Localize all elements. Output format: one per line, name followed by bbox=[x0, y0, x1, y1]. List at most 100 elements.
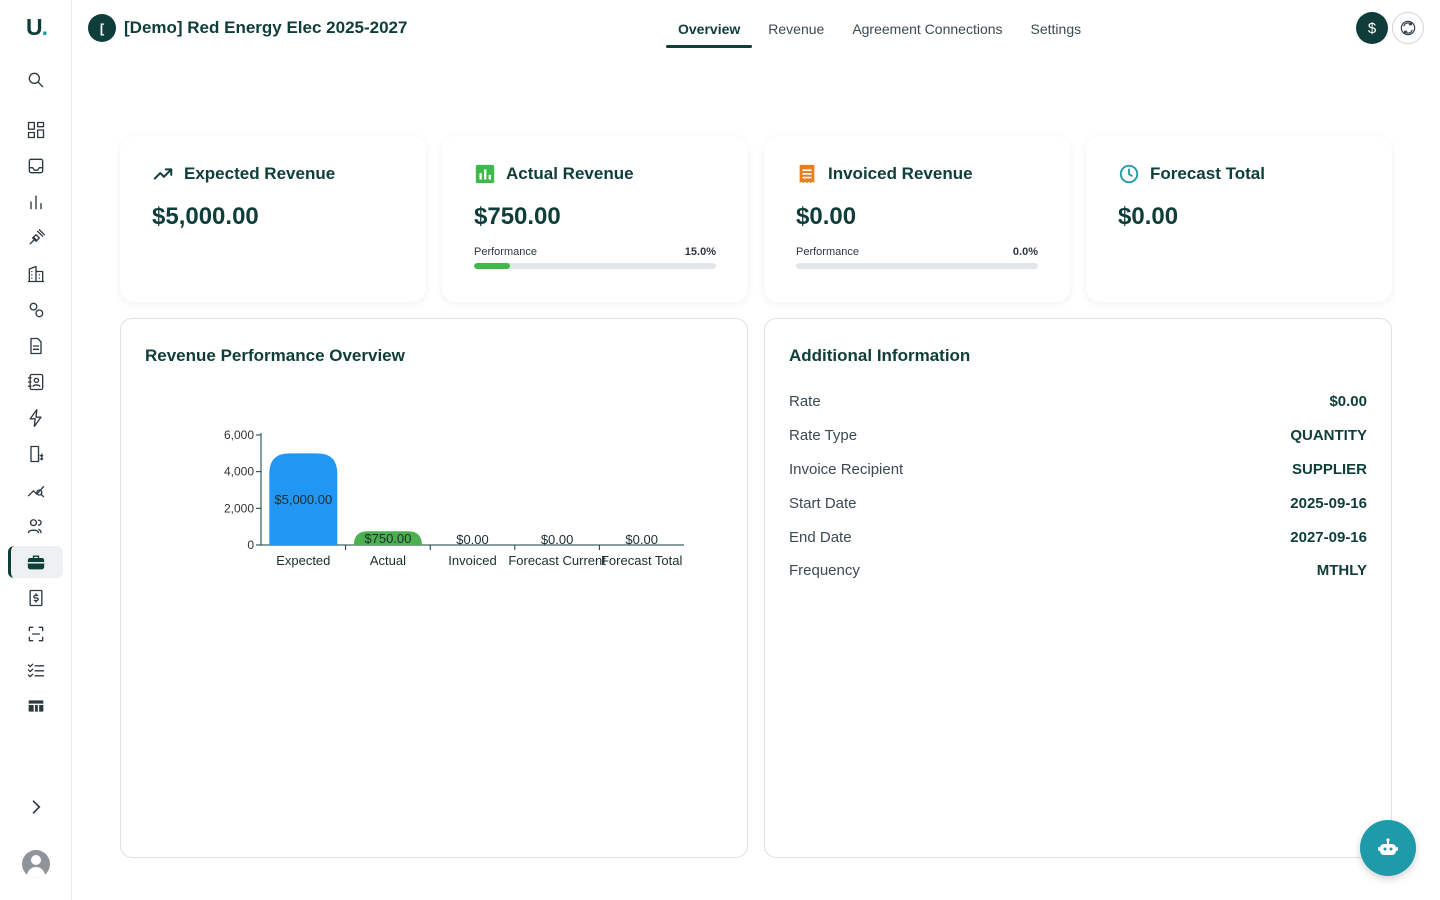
x-tick-label: Expected bbox=[276, 553, 330, 568]
kpi-card-invoiced-revenue: Invoiced Revenue $0.00 Performance 0.0% bbox=[764, 136, 1070, 302]
kpi-card-actual-revenue: Actual Revenue $750.00 Performance 15.0% bbox=[442, 136, 748, 302]
y-tick-label: 6,000 bbox=[224, 428, 254, 442]
briefcase-icon bbox=[27, 555, 45, 570]
sidebar-item-users[interactable] bbox=[24, 514, 48, 538]
map-pin-icon bbox=[29, 302, 44, 318]
sidebar: U. bbox=[0, 0, 72, 900]
x-tick-label: Forecast Current bbox=[508, 553, 606, 568]
scan-icon bbox=[28, 626, 44, 642]
assistant-button[interactable] bbox=[1360, 820, 1416, 876]
sidebar-item-analytics[interactable] bbox=[24, 478, 48, 502]
sidebar-item-inbox[interactable] bbox=[24, 154, 48, 178]
sidebar-item-buildings[interactable] bbox=[24, 262, 48, 286]
y-tick-label: 0 bbox=[247, 538, 254, 552]
sidebar-item-energy[interactable] bbox=[24, 406, 48, 430]
info-row-frequency: Frequency MTHLY bbox=[789, 554, 1367, 588]
sidebar-item-scan[interactable] bbox=[24, 622, 48, 646]
performance-indicator: Performance 0.0% bbox=[796, 246, 1038, 269]
tab-settings[interactable]: Settings bbox=[1019, 0, 1094, 48]
tab-agreement-connections[interactable]: Agreement Connections bbox=[840, 0, 1014, 48]
receipt-icon bbox=[29, 589, 43, 607]
kpi-card-forecast-total: Forecast Total $0.00 bbox=[1086, 136, 1392, 302]
info-value: QUANTITY bbox=[1290, 427, 1367, 445]
tab-bar: Overview Revenue Agreement Connections S… bbox=[666, 0, 1097, 48]
kpi-value: $0.00 bbox=[1118, 203, 1179, 230]
table-icon bbox=[28, 700, 44, 712]
lightning-icon bbox=[29, 409, 42, 427]
performance-indicator: Performance 15.0% bbox=[474, 246, 716, 269]
kpi-header: Actual Revenue bbox=[474, 163, 634, 185]
performance-label: Performance bbox=[796, 246, 859, 258]
avatar-body bbox=[27, 867, 45, 878]
info-row-end-date: End Date 2027-09-16 bbox=[789, 520, 1367, 554]
sidebar-item-reports[interactable] bbox=[24, 190, 48, 214]
additional-information-panel: Additional Information Rate $0.00 Rate Ty… bbox=[764, 318, 1392, 858]
performance-percent: 0.0% bbox=[1012, 246, 1038, 258]
chevron-right-icon bbox=[32, 800, 41, 814]
plug-icon bbox=[29, 229, 45, 245]
y-tick-label: 4,000 bbox=[224, 465, 254, 479]
robot-icon bbox=[1378, 838, 1398, 855]
performance-bar bbox=[796, 263, 1038, 269]
kpi-header: Invoiced Revenue bbox=[796, 163, 973, 185]
currency-button[interactable]: $ bbox=[1356, 12, 1388, 44]
sync-button[interactable] bbox=[1392, 12, 1424, 44]
info-row-start-date: Start Date 2025-09-16 bbox=[789, 486, 1367, 520]
kpi-label: Expected Revenue bbox=[184, 164, 336, 183]
checklist-icon bbox=[27, 663, 45, 678]
top-bar: [ [Demo] Red Energy Elec 2025-2027 Overv… bbox=[72, 0, 1440, 58]
data-label: $0.00 bbox=[456, 532, 489, 547]
app-logo[interactable]: U. bbox=[26, 14, 48, 41]
sidebar-item-dashboard[interactable] bbox=[24, 118, 48, 142]
info-value: MTHLY bbox=[1316, 562, 1367, 580]
logo-dot: . bbox=[41, 14, 48, 40]
contact-book-icon bbox=[27, 373, 44, 391]
search-icon bbox=[28, 72, 44, 88]
data-label: $750.00 bbox=[364, 531, 411, 546]
analytics-icon bbox=[27, 486, 45, 498]
expand-sidebar-button[interactable] bbox=[26, 797, 46, 817]
x-tick-label: Invoiced bbox=[448, 553, 496, 568]
info-row-rate: Rate $0.00 bbox=[789, 385, 1367, 419]
sidebar-item-contacts[interactable] bbox=[24, 370, 48, 394]
info-value: 2025-09-16 bbox=[1290, 494, 1367, 512]
building-icon bbox=[27, 265, 45, 283]
data-label: $0.00 bbox=[541, 532, 574, 547]
avatar-head bbox=[31, 855, 41, 865]
info-label: End Date bbox=[789, 528, 852, 546]
sidebar-item-tables[interactable] bbox=[24, 694, 48, 718]
performance-percent: 15.0% bbox=[684, 246, 716, 258]
kpi-header: Expected Revenue bbox=[152, 163, 335, 185]
sidebar-item-connections[interactable] bbox=[24, 226, 48, 250]
data-label: $5,000.00 bbox=[274, 492, 332, 507]
info-label: Rate Type bbox=[789, 427, 858, 445]
info-label: Rate bbox=[789, 393, 821, 411]
sidebar-item-billing[interactable] bbox=[24, 442, 48, 466]
user-avatar[interactable] bbox=[22, 850, 50, 878]
sidebar-item-locations[interactable] bbox=[24, 298, 48, 322]
panel-title: Revenue Performance Overview bbox=[145, 346, 405, 365]
sidebar-item-receipts[interactable] bbox=[24, 586, 48, 610]
sidebar-item-agreements[interactable] bbox=[24, 550, 48, 574]
tab-revenue[interactable]: Revenue bbox=[756, 0, 836, 48]
dashboard-icon bbox=[27, 121, 45, 139]
users-icon bbox=[27, 519, 42, 534]
performance-bar-fill bbox=[474, 263, 511, 269]
kpi-label: Forecast Total bbox=[1150, 164, 1265, 183]
kpi-header: Forecast Total bbox=[1118, 163, 1265, 185]
sidebar-item-documents[interactable] bbox=[24, 334, 48, 358]
tab-overview[interactable]: Overview bbox=[666, 0, 753, 48]
sidebar-item-tasks[interactable] bbox=[24, 658, 48, 682]
dollar-icon: $ bbox=[1367, 19, 1377, 37]
info-label: Invoice Recipient bbox=[789, 460, 904, 478]
y-tick-label: 2,000 bbox=[224, 501, 254, 515]
sidebar-item-search[interactable] bbox=[24, 68, 48, 92]
page-title: [Demo] Red Energy Elec 2025-2027 bbox=[124, 18, 408, 37]
revenue-bar-chart: 0 2,000 4,000 6,000 $5,000.00 Expected $750.00… bbox=[224, 428, 684, 568]
logo-letter: U bbox=[26, 14, 43, 40]
document-icon bbox=[30, 337, 42, 355]
agreement-badge: [ bbox=[88, 14, 116, 42]
kpi-value: $5,000.00 bbox=[152, 203, 259, 230]
kpi-value: $750.00 bbox=[474, 203, 561, 230]
performance-label: Performance bbox=[474, 246, 537, 258]
